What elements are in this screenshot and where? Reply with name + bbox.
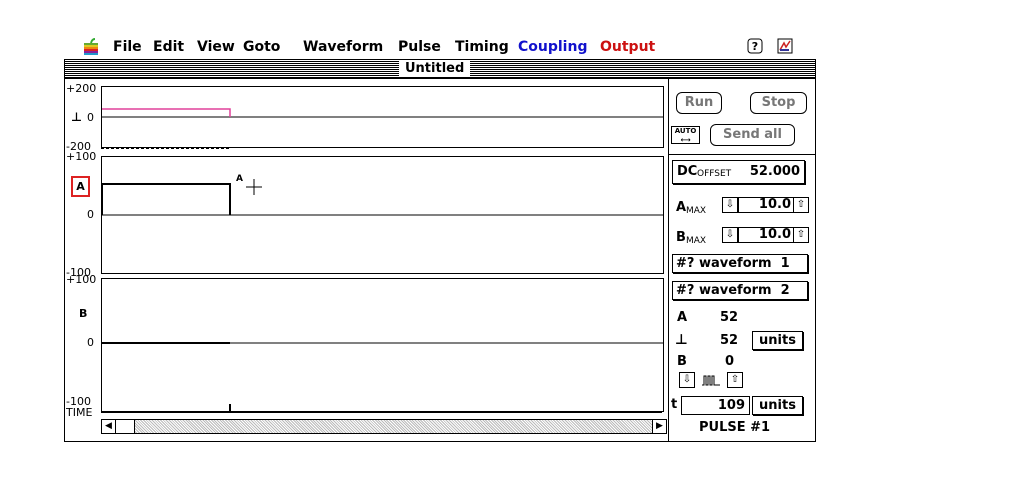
app-icon[interactable] [777,38,793,54]
scroll-left-arrow-icon[interactable]: ◀ [102,420,116,433]
main-window: Untitled +200 ⊥ 0 -200 A +100 A 0 -100 +… [64,59,816,442]
double-arrow-icon: ⟷ [680,136,691,144]
t-marker-value: 52 [720,333,739,348]
menu-view[interactable]: View [197,39,235,55]
dc-offset-field[interactable]: DC OFFSET 52.000 [672,160,805,184]
amax-up-arrow-icon[interactable]: ⇧ [793,197,809,213]
marker-icon: ⊥ [71,110,82,124]
top-ymax-label: +200 [66,82,97,95]
a-ymax-label: +100 [66,150,97,163]
b-yzero-label: 0 [87,336,94,349]
amax-sub-label: MAX [686,206,707,216]
channel-a-plot[interactable]: A [101,156,664,274]
menu-coupling[interactable]: Coupling [518,39,587,55]
menu-file[interactable]: File [113,39,142,55]
pulse-number-label: PULSE #1 [699,420,771,435]
t-marker-icon: ⊥ [675,332,688,348]
amax-value[interactable]: 10.0 [738,197,796,213]
menu-waveform[interactable]: Waveform [303,39,383,55]
units-button-2[interactable]: units [752,396,803,415]
window-title: Untitled [399,61,471,76]
a-readout-value: 52 [720,310,739,325]
a-yzero-label: 0 [87,208,94,221]
channel-b-label: B [79,307,88,320]
panel-separator [668,154,815,155]
b-readout-label: B [677,354,687,369]
pulse-range-indicator [101,148,229,149]
time-axis [101,412,662,413]
menu-edit[interactable]: Edit [153,39,184,55]
cursor-label: A [236,174,243,184]
a-readout-label: A [677,310,688,325]
pulse-plot[interactable] [101,86,664,148]
channel-a-select[interactable]: A [71,176,90,197]
channel-b-plot[interactable] [101,278,664,412]
pulse-down-arrow-icon[interactable]: ⇩ [679,372,695,388]
waveform-2-selector[interactable]: #? waveform 2 [672,281,808,300]
run-button[interactable]: Run [676,92,722,114]
panel-divider [668,78,669,441]
bmax-down-arrow-icon[interactable]: ⇩ [722,227,738,243]
b-ymax-label: +100 [66,273,97,286]
menu-output[interactable]: Output [600,39,655,55]
apple-icon[interactable] [82,38,100,56]
scroll-right-arrow-icon[interactable]: ▶ [652,420,666,433]
menu-pulse[interactable]: Pulse [398,39,441,55]
dc-sub-label: OFFSET [697,169,732,179]
bmax-value[interactable]: 10.0 [738,227,796,243]
dc-label: DC [677,164,698,179]
title-bar[interactable]: Untitled [65,60,815,79]
time-tick [229,404,231,412]
pulse-train-icon [702,375,720,386]
bmax-label: B [676,230,686,245]
amax-down-arrow-icon[interactable]: ⇩ [722,197,738,213]
time-label: TIME [66,406,93,419]
amax-label: A [676,200,687,215]
menu-timing[interactable]: Timing [455,39,509,55]
menu-goto[interactable]: Goto [243,39,280,55]
horizontal-scrollbar[interactable]: ◀ ▶ [101,419,667,434]
bmax-sub-label: MAX [686,236,707,246]
dc-value: 52.000 [749,164,800,179]
time-value-field[interactable]: 109 [681,396,750,415]
scroll-thumb[interactable] [116,420,135,433]
time-readout-label: t [671,397,678,412]
waveform-1-selector[interactable]: #? waveform 1 [672,254,808,273]
stop-button[interactable]: Stop [750,92,807,114]
auto-toggle[interactable]: AUTO ⟷ [671,126,700,144]
svg-text:?: ? [752,40,758,53]
help-icon[interactable]: ? [747,38,763,54]
b-readout-value: 0 [725,354,735,369]
pulse-up-arrow-icon[interactable]: ⇧ [727,372,743,388]
top-yzero-label: 0 [87,111,94,124]
units-button-1[interactable]: units [752,331,803,350]
bmax-up-arrow-icon[interactable]: ⇧ [793,227,809,243]
send-all-button[interactable]: Send all [710,124,795,146]
auto-label: AUTO [674,127,697,135]
